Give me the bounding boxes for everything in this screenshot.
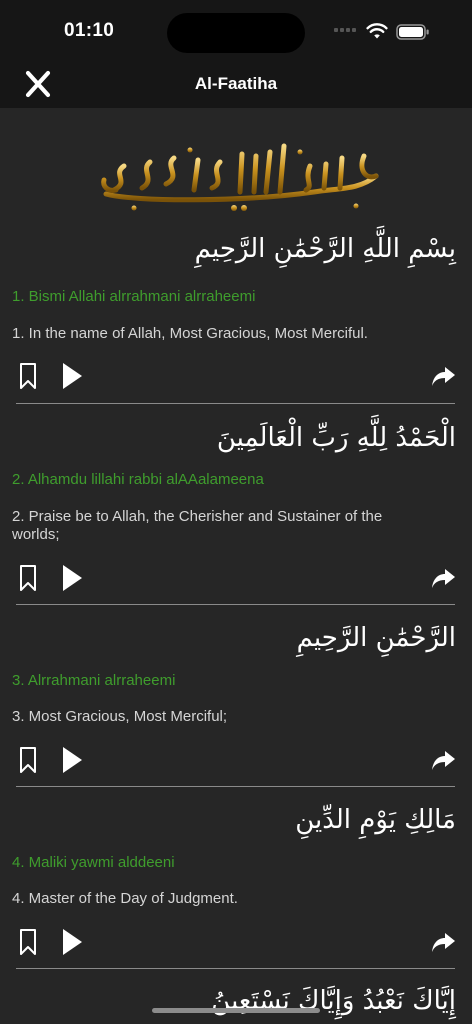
share-icon[interactable]: [430, 364, 456, 388]
nav-bar: Al-Faatiha: [0, 60, 472, 108]
status-bar: 01:10: [0, 0, 472, 60]
verse-transliteration: 4. Maliki yawmi alddeeni: [12, 854, 175, 871]
verse-arabic: بِسْمِ اللَّهِ الرَّحْمَٰنِ الرَّحِيمِ: [194, 234, 456, 264]
divider: [16, 786, 455, 787]
page-title: Al-Faatiha: [194, 74, 278, 93]
verse-translation: 3. Most Gracious, Most Merciful;: [12, 708, 228, 725]
play-icon[interactable]: [60, 564, 84, 592]
cellular-signal-icon: [334, 28, 356, 32]
battery-icon: [396, 24, 429, 40]
play-icon[interactable]: [60, 928, 84, 956]
home-indicator[interactable]: [152, 1008, 320, 1013]
verse-arabic: الرَّحْمَٰنِ الرَّحِيمِ: [296, 623, 456, 653]
verse-arabic: الْحَمْدُ لِلَّهِ رَبِّ الْعَالَمِينَ: [216, 423, 456, 453]
status-time: 01:10: [64, 20, 115, 41]
dynamic-island: [167, 13, 305, 53]
divider: [16, 604, 455, 605]
bismillah-calligraphy: [101, 143, 379, 211]
divider: [16, 403, 455, 404]
divider: [16, 968, 455, 969]
bookmark-icon[interactable]: [18, 362, 38, 390]
play-icon[interactable]: [60, 362, 84, 390]
bookmark-icon[interactable]: [18, 928, 38, 956]
bookmark-icon[interactable]: [18, 564, 38, 592]
verse-list[interactable]: بِسْمِ اللَّهِ الرَّحْمَٰنِ الرَّحِيمِ 1…: [0, 108, 472, 1024]
verse-arabic: مَالِكِ يَوْمِ الدِّينِ: [295, 805, 456, 835]
verse-translation: 2. Praise be to Allah, the Cherisher and…: [12, 508, 383, 543]
verse-transliteration: 1. Bismi Allahi alrrahmani alrraheemi: [12, 288, 256, 305]
wifi-icon: [366, 23, 388, 39]
share-icon[interactable]: [430, 566, 456, 590]
verse-translation: 4. Master of the Day of Judgment.: [12, 890, 238, 907]
verse-transliteration: 2. Alhamdu lillahi rabbi alAAalameena: [12, 471, 264, 488]
play-icon[interactable]: [60, 746, 84, 774]
share-icon[interactable]: [430, 748, 456, 772]
share-icon[interactable]: [430, 930, 456, 954]
verse-translation: 1. In the name of Allah, Most Gracious, …: [12, 325, 368, 342]
verse-transliteration: 3. Alrrahmani alrraheemi: [12, 672, 176, 689]
bookmark-icon[interactable]: [18, 746, 38, 774]
